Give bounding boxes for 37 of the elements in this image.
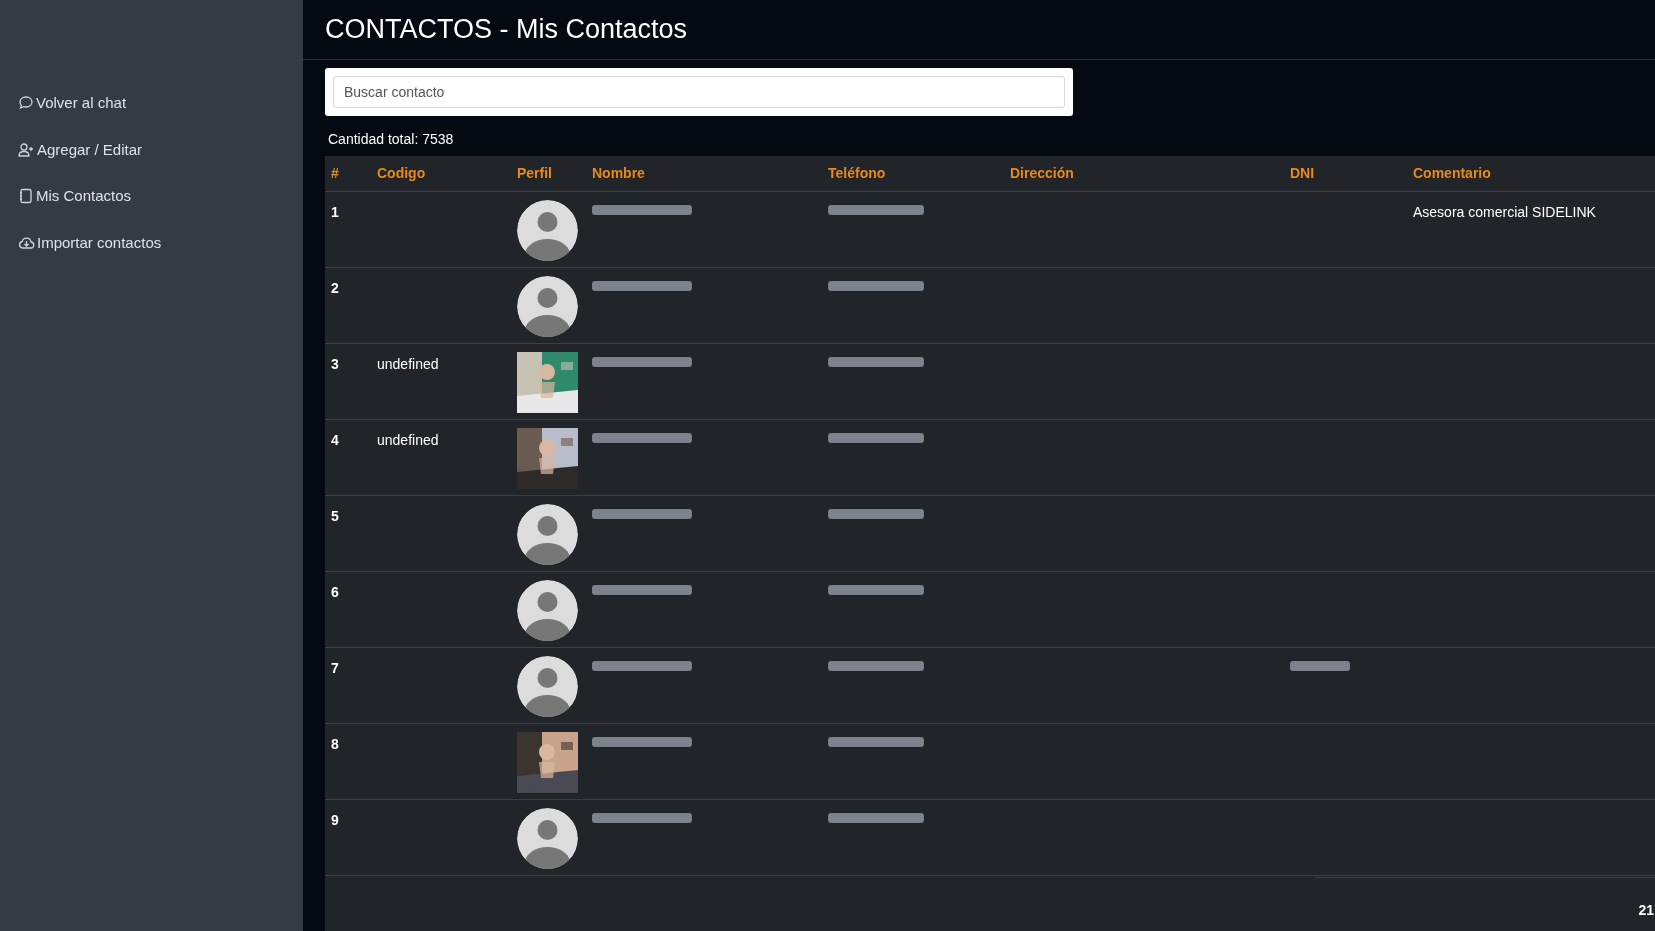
default-avatar-icon [517, 655, 578, 717]
sidebar-link[interactable]: Agregar / Editar [18, 138, 143, 161]
total-count: Cantidad total: 7538 [327, 130, 455, 149]
row-number: 9 [331, 811, 339, 828]
column-header: # [331, 164, 339, 181]
row-number: 2 [331, 279, 339, 296]
row-number: 7 [331, 659, 339, 676]
page-number[interactable]: 21 [1638, 900, 1655, 921]
row-number: 3 [331, 355, 339, 372]
sidebar-link[interactable]: Mis Contactos [18, 185, 132, 208]
column-header: Nombre [592, 164, 645, 181]
row-number: 8 [331, 735, 339, 752]
default-avatar-icon [517, 579, 578, 641]
chat-icon [18, 95, 34, 112]
default-avatar-icon [517, 503, 578, 565]
default-avatar-icon [517, 807, 578, 869]
code-text: undefined [377, 431, 439, 448]
comment-text: Asesora comercial SIDELINK [1413, 203, 1596, 220]
column-header: Perfil [517, 164, 552, 181]
row-number: 5 [331, 507, 339, 524]
default-avatar-icon [517, 275, 578, 337]
search-field[interactable]: Buscar contacto [333, 76, 1065, 108]
column-header: Comentario [1413, 164, 1491, 181]
column-header: Dirección [1010, 164, 1074, 181]
row-number: 1 [331, 203, 339, 220]
column-header: DNI [1290, 164, 1315, 181]
sidebar-link[interactable]: Volver al chat [18, 92, 127, 115]
notebook-icon [18, 188, 34, 205]
row-number: 4 [331, 431, 339, 448]
default-avatar-icon [517, 199, 578, 261]
column-header: Teléfono [828, 164, 886, 181]
add-user-icon [18, 141, 35, 158]
column-header: Codigo [377, 164, 426, 181]
row-number: 6 [331, 583, 339, 600]
page-title: CONTACTOS - Mis Contactos [325, 13, 688, 47]
code-text: undefined [377, 355, 439, 372]
sidebar-link[interactable]: Importar contactos [18, 231, 162, 254]
